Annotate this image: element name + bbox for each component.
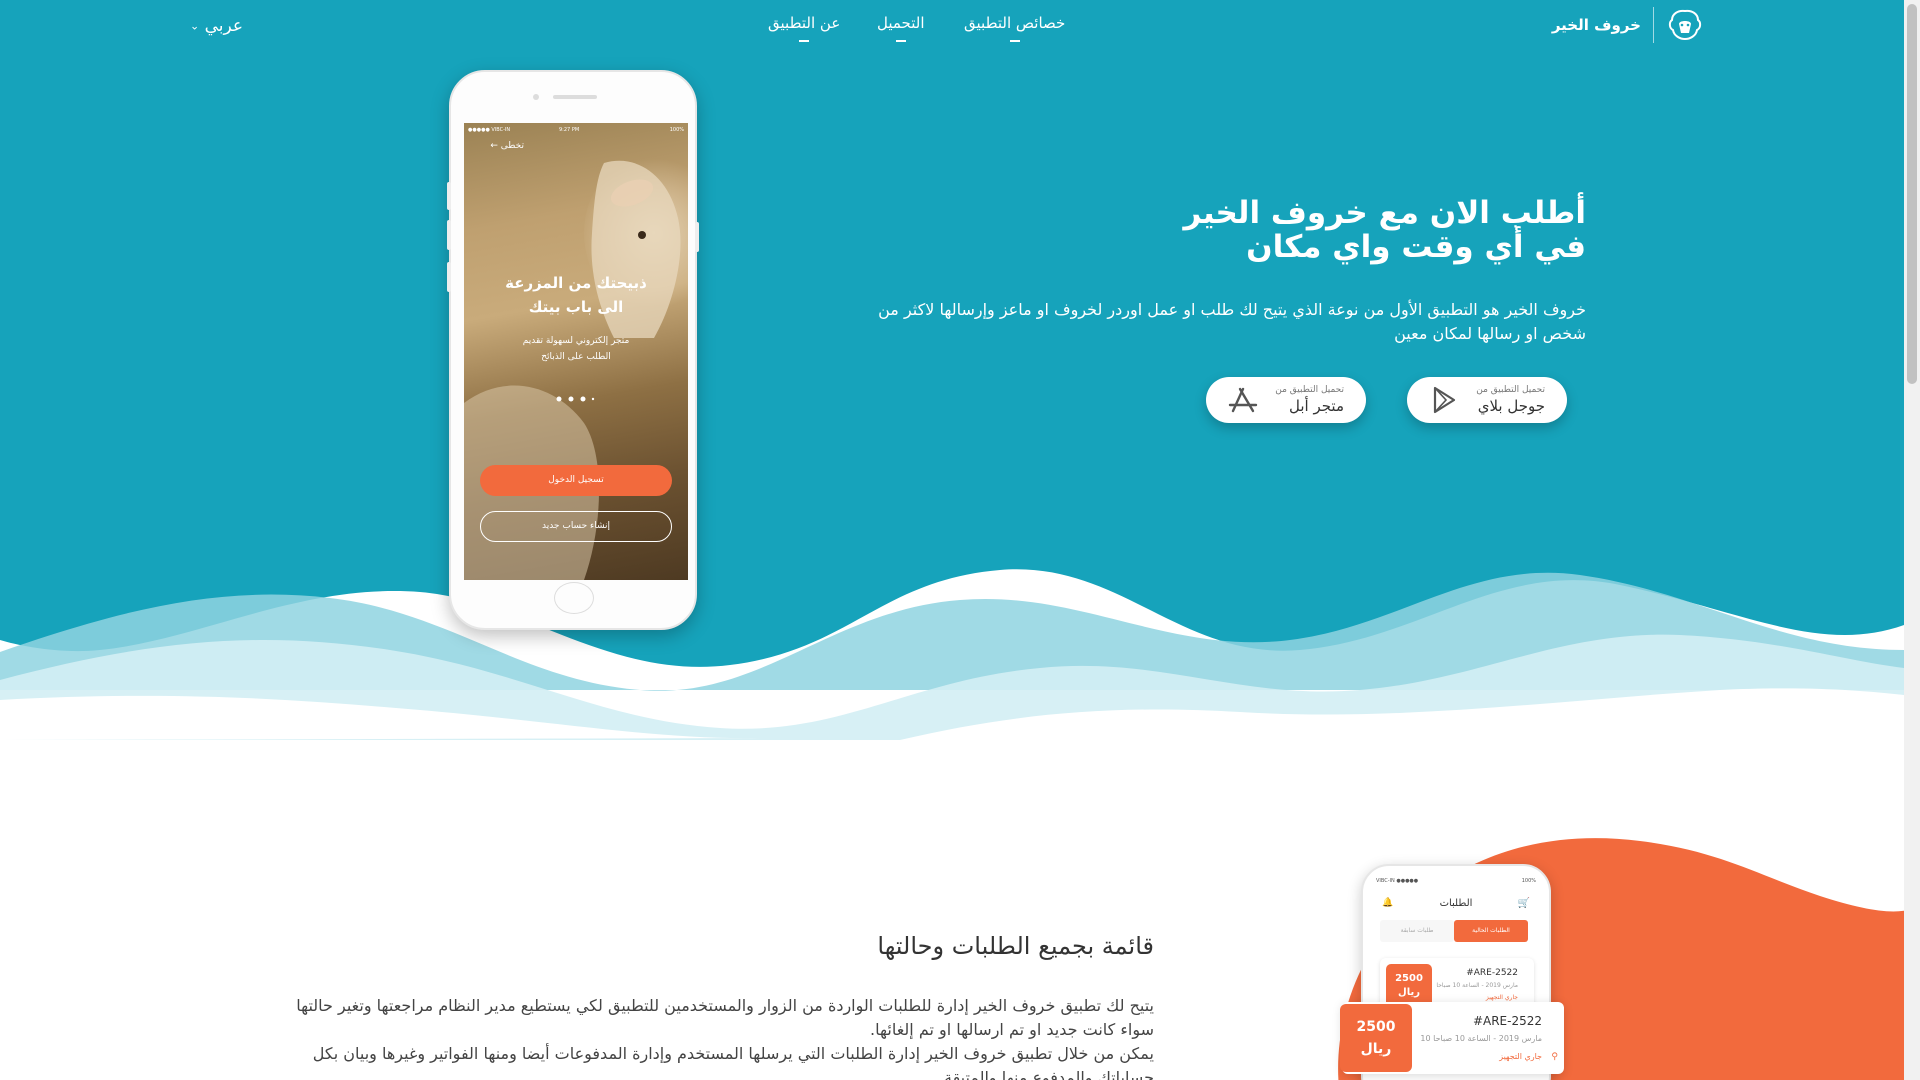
app-store-icon bbox=[1228, 387, 1258, 413]
hero-background bbox=[0, 0, 1904, 740]
app-store-label: متجر أبل bbox=[1289, 397, 1344, 415]
create-account-button[interactable]: إنشاء حساب جديد bbox=[480, 511, 672, 542]
page-scrollbar[interactable] bbox=[1904, 0, 1920, 1080]
phone-headline-line2: الى باب بيتك bbox=[528, 298, 624, 316]
nav-features[interactable]: خصائص التطبيق bbox=[964, 14, 1065, 42]
status-carrier: ●●●●● VIBC-IN bbox=[1376, 878, 1419, 884]
nav-download-label: التحميل bbox=[877, 14, 925, 32]
nav-features-underline bbox=[1009, 40, 1020, 42]
brand-name: خروف الخير bbox=[1551, 16, 1641, 34]
status-carrier: ●●●●● VIBC-IN bbox=[468, 127, 511, 133]
location-pin-icon: ⚲ bbox=[1551, 1052, 1558, 1062]
order-currency: ريال bbox=[1398, 987, 1420, 998]
sheep-logo-icon bbox=[1668, 9, 1702, 41]
brand[interactable]: خروف الخير bbox=[1552, 6, 1704, 44]
orders-description-paragraph: يمكن من خلال تطبيق خروف الخير إدارة الطل… bbox=[312, 1044, 1154, 1080]
phone-side-button bbox=[447, 182, 451, 210]
order-id: #ARE-2522 bbox=[1466, 968, 1518, 978]
google-play-button[interactable]: تحميل التطبيق من جوجل بلاي bbox=[1407, 377, 1567, 423]
order-meta: مارس 2019 - الساعة 10 صباحا bbox=[1436, 982, 1518, 989]
nav-features-label: خصائص التطبيق bbox=[964, 14, 1066, 32]
order-currency: ريال bbox=[1360, 1041, 1392, 1057]
orders-section-title: قائمة بجميع الطلبات وحالتها bbox=[877, 932, 1154, 960]
phone-mockup: ●●●●● VIBC-IN 9:27 PM 100% تخطى ← ذبيحتك… bbox=[447, 70, 699, 630]
phone-subtitle-line2: الطلب على الذبائح bbox=[541, 352, 611, 362]
orders-description-paragraph: يتيح لك تطبيق خروف الخير إدارة للطلبات ا… bbox=[296, 996, 1154, 1039]
phone-side-button bbox=[447, 220, 451, 250]
page: خروف الخير خصائص التطبيق التحميل عن التط… bbox=[0, 0, 1904, 1080]
phone-subtitle-line1: متجر إلكتروني لسهولة تقديم bbox=[522, 336, 630, 346]
status-time: 9:27 PM bbox=[559, 127, 580, 133]
tab-current-orders[interactable]: الطلبات الحالية bbox=[1454, 920, 1528, 942]
status-battery: 100% bbox=[669, 127, 684, 133]
app-store-small-label: تحميل التطبيق من bbox=[1275, 385, 1344, 395]
phone-camera bbox=[533, 94, 539, 100]
language-label: عربي bbox=[204, 16, 244, 36]
order-price: 2500 bbox=[1356, 1019, 1396, 1035]
order-meta: مارس 2019 - الساعة 10 صباحا 10 bbox=[1420, 1034, 1542, 1043]
chevron-down-icon: ⌄ bbox=[190, 19, 200, 33]
order-status: جاري التجهيز bbox=[1485, 994, 1518, 1001]
order-id: #ARE-2522 bbox=[1472, 1014, 1542, 1028]
hero-title-line2: في أي وقت واي مكان bbox=[1246, 229, 1586, 265]
google-play-icon bbox=[1433, 386, 1456, 414]
skip-label: تخطى bbox=[500, 141, 524, 151]
status-bar: ●●●●● VIBC-IN 9:27 PM 100% bbox=[464, 127, 688, 137]
nav-download[interactable]: التحميل bbox=[877, 14, 925, 42]
phone-headline: ذبيحتك من المزرعة الى باب بيتك bbox=[464, 271, 688, 319]
brand-divider bbox=[1653, 7, 1654, 43]
nav-download-underline bbox=[895, 40, 906, 42]
orders-title: الطلبات bbox=[1439, 898, 1473, 909]
orders-section-description: يتيح لك تطبيق خروف الخير إدارة للطلبات ا… bbox=[294, 994, 1154, 1080]
phone-screen: ●●●●● VIBC-IN 9:27 PM 100% تخطى ← ذبيحتك… bbox=[464, 123, 688, 580]
hero-title: أطلب الان مع خروف الخير في أي وقت واي مك… bbox=[886, 196, 1586, 264]
hero-title-line1: أطلب الان مع خروف الخير bbox=[1183, 195, 1586, 231]
phone-home-button bbox=[554, 582, 594, 614]
floating-order-card: 2500 ريال #ARE-2522 مارس 2019 - الساعة 1… bbox=[1340, 1002, 1564, 1074]
order-status: جاري التجهيز bbox=[1499, 1052, 1542, 1061]
nav-about-label: عن التطبيق bbox=[768, 14, 841, 32]
order-price-badge: 2500 ريال bbox=[1340, 1004, 1412, 1072]
google-play-small-label: تحميل التطبيق من bbox=[1476, 385, 1545, 395]
nav-about[interactable]: عن التطبيق bbox=[768, 14, 840, 42]
nav-about-underline bbox=[799, 40, 810, 42]
login-button[interactable]: تسجيل الدخول bbox=[480, 465, 672, 496]
phone-headline-line1: ذبيحتك من المزرعة bbox=[505, 274, 647, 292]
skip-link[interactable]: تخطى ← bbox=[490, 141, 524, 151]
carousel-dots bbox=[556, 396, 595, 402]
tab-previous-orders[interactable]: طلبات سابقة bbox=[1380, 920, 1454, 942]
hero-description: خروف الخير هو التطبيق الأول من نوعة الذي… bbox=[878, 300, 1586, 343]
scrollbar-thumb[interactable] bbox=[1907, 4, 1917, 384]
language-switcher[interactable]: ⌄ عربي bbox=[190, 16, 243, 36]
phone-side-button bbox=[695, 222, 699, 252]
status-battery: 100% bbox=[1521, 878, 1536, 884]
phone-subtitle: متجر إلكتروني لسهولة تقديم الطلب على الذ… bbox=[464, 333, 688, 365]
phone-side-button bbox=[447, 262, 451, 292]
app-store-button[interactable]: تحميل التطبيق من متجر أبل bbox=[1206, 377, 1366, 423]
google-play-label: جوجل بلاي bbox=[1477, 397, 1545, 415]
order-price: 2500 bbox=[1395, 973, 1423, 984]
phone-speaker bbox=[553, 95, 597, 99]
arrow-left-icon: ← bbox=[490, 141, 498, 151]
